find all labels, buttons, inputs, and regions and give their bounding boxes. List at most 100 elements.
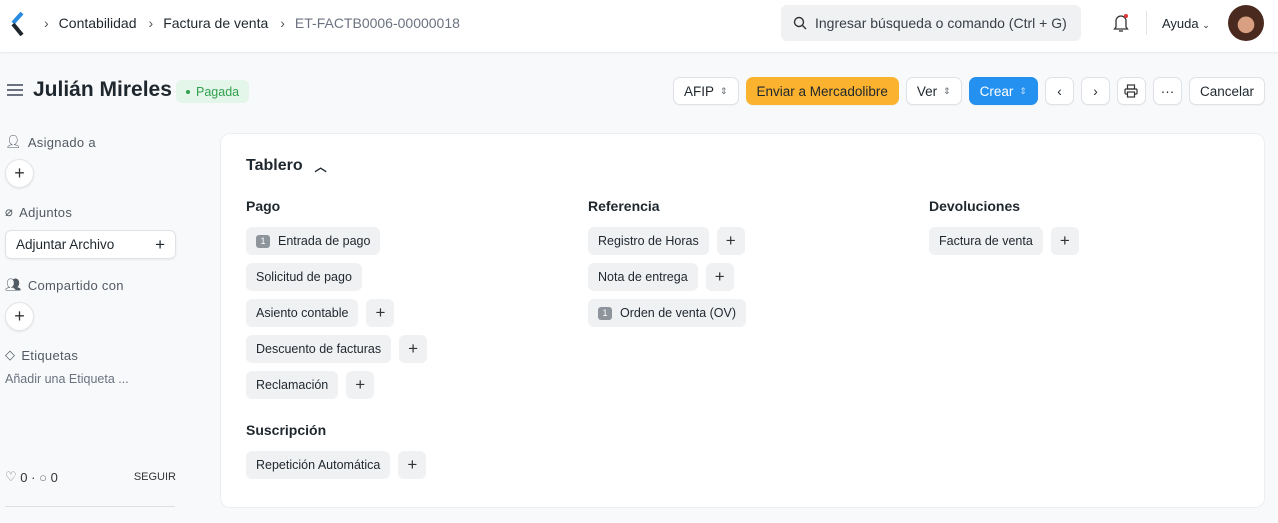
updown-icon: ⇕ xyxy=(943,85,951,96)
count-badge: 1 xyxy=(256,234,270,248)
app-logo[interactable] xyxy=(10,12,26,36)
afip-button[interactable]: AFIP ⇕ xyxy=(672,77,739,105)
link-registro-de-horas[interactable]: Registro de Horas xyxy=(588,227,709,255)
search-input[interactable]: Ingresar búsqueda o comando (Ctrl + G) xyxy=(781,5,1081,41)
sidebar-toggle-icon[interactable] xyxy=(7,84,23,96)
more-button[interactable]: ··· xyxy=(1152,77,1182,105)
chip-label: Nota de entrega xyxy=(598,270,688,284)
search-icon xyxy=(793,16,807,30)
link-nota-de-entrega[interactable]: Nota de entrega xyxy=(588,263,698,291)
chevron-right-icon: › xyxy=(148,15,154,31)
send-mercadolibre-button[interactable]: Enviar a Mercadolibre xyxy=(745,77,899,105)
heart-icon[interactable]: ♡ xyxy=(5,469,17,485)
add-nota-button[interactable]: + xyxy=(705,263,734,291)
chip-label: Descuento de facturas xyxy=(256,342,382,356)
search-placeholder: Ingresar búsqueda o comando (Ctrl + G) xyxy=(815,15,1067,31)
view-button[interactable]: Ver ⇕ xyxy=(905,77,962,105)
tags-label: Etiquetas xyxy=(21,347,79,363)
next-button[interactable]: › xyxy=(1080,77,1110,105)
breadcrumb-contabilidad[interactable]: Contabilidad xyxy=(59,15,137,31)
chip-label: Repetición Automática xyxy=(256,458,381,472)
link-repeticion-automatica[interactable]: Repetición Automática xyxy=(246,451,391,479)
add-registro-button[interactable]: + xyxy=(716,227,745,255)
comments-count: 0 xyxy=(50,469,58,485)
create-label: Crear xyxy=(979,83,1014,99)
tag-icon: ◇ xyxy=(5,347,16,362)
page-title: Julián Mireles xyxy=(33,78,172,101)
chip-label: Solicitud de pago xyxy=(256,270,352,284)
suscripcion-heading: Suscripción xyxy=(246,422,327,438)
link-descuento-de-facturas[interactable]: Descuento de facturas xyxy=(246,335,392,363)
top-navbar: › Contabilidad › Factura de venta › ET-F… xyxy=(0,0,1278,52)
print-button[interactable] xyxy=(1116,77,1146,105)
updown-icon: ⇕ xyxy=(719,85,728,96)
link-entrada-de-pago[interactable]: 1 Entrada de pago xyxy=(246,227,381,255)
comment-icon[interactable]: ○ xyxy=(39,470,47,485)
shared-label: Compartido con xyxy=(27,277,124,293)
help-label: Ayuda xyxy=(1162,16,1199,31)
chip-label: Entrada de pago xyxy=(278,234,371,248)
chip-label: Registro de Horas xyxy=(598,234,699,248)
assigned-heading: 👤︎ Asignado a xyxy=(5,133,176,151)
assigned-label: Asignado a xyxy=(27,134,96,150)
chip-label: Asiento contable xyxy=(256,306,349,320)
follow-button[interactable]: SEGUIR xyxy=(134,471,176,483)
devoluciones-heading: Devoluciones xyxy=(929,198,1021,214)
add-assignee-button[interactable]: + xyxy=(5,159,34,188)
likes-count: 0 xyxy=(20,469,28,485)
sidebar: 👤︎ Asignado a + ⌀ Adjuntos Adjuntar Archiv… xyxy=(5,133,176,507)
user-avatar[interactable] xyxy=(1228,5,1264,41)
create-button[interactable]: Crear ⇕ xyxy=(968,77,1038,105)
user-plus-icon: 👤︎ xyxy=(5,134,22,149)
add-descuento-button[interactable]: + xyxy=(399,335,428,363)
referencia-section: Referencia Registro de Horas + Nota de en… xyxy=(588,198,747,335)
pago-section: Pago 1 Entrada de pago Solicitud de pago … xyxy=(246,198,428,407)
add-reclamacion-button[interactable]: + xyxy=(346,371,375,399)
chip-label: Orden de venta (OV) xyxy=(620,306,737,320)
add-tag-input[interactable]: Añadir una Etiqueta ... xyxy=(5,372,176,386)
dashboard-card: Tablero ︿ Pago 1 Entrada de pago Solicitud… xyxy=(220,133,1265,508)
view-label: Ver xyxy=(916,83,938,99)
devoluciones-section: Devoluciones Factura de venta + xyxy=(929,198,1079,263)
link-reclamacion[interactable]: Reclamación xyxy=(246,371,339,399)
link-asiento-contable[interactable]: Asiento contable xyxy=(246,299,359,327)
pago-heading: Pago xyxy=(246,198,281,214)
link-solicitud-de-pago[interactable]: Solicitud de pago xyxy=(246,263,362,291)
referencia-heading: Referencia xyxy=(588,198,660,214)
link-factura-de-venta[interactable]: Factura de venta xyxy=(929,227,1043,255)
status-dot-icon xyxy=(186,89,190,94)
add-asiento-contable-button[interactable]: + xyxy=(366,299,395,327)
dashboard-header[interactable]: Tablero ︿ xyxy=(246,157,327,175)
breadcrumb-current[interactable]: ET-FACTB0006-00000018 xyxy=(295,15,460,31)
users-icon: 👥︎ xyxy=(5,277,22,292)
shared-heading: 👥︎ Compartido con xyxy=(5,276,176,294)
paperclip-icon: ⌀ xyxy=(5,204,14,219)
send-label: Enviar a Mercadolibre xyxy=(756,83,888,99)
breadcrumb: › Contabilidad › Factura de venta › ET-F… xyxy=(44,15,472,31)
plus-icon: + xyxy=(155,234,165,254)
chevron-right-icon: › xyxy=(280,15,285,31)
help-dropdown[interactable]: Ayuda ⌄ xyxy=(1162,16,1210,31)
afip-label: AFIP xyxy=(683,83,714,99)
attach-file-button[interactable]: Adjuntar Archivo + xyxy=(5,230,176,259)
notification-bell-icon[interactable] xyxy=(1112,13,1130,33)
attachments-label: Adjuntos xyxy=(19,204,73,220)
breadcrumb-factura-de-venta[interactable]: Factura de venta xyxy=(163,15,268,31)
chip-label: Factura de venta xyxy=(939,234,1033,248)
attach-file-label: Adjuntar Archivo xyxy=(16,237,115,252)
add-share-button[interactable]: + xyxy=(5,302,34,331)
cancel-label: Cancelar xyxy=(1199,83,1254,99)
cancel-button[interactable]: Cancelar xyxy=(1188,77,1265,105)
add-factura-button[interactable]: + xyxy=(1050,227,1079,255)
dashboard-title: Tablero xyxy=(246,157,303,174)
attachments-heading: ⌀ Adjuntos xyxy=(5,203,176,221)
link-orden-de-venta[interactable]: 1 Orden de venta (OV) xyxy=(588,299,747,327)
chevron-right-icon: › xyxy=(44,15,49,31)
add-repeticion-button[interactable]: + xyxy=(398,451,427,479)
previous-button[interactable]: ‹ xyxy=(1044,77,1074,105)
tags-heading: ◇ Etiquetas xyxy=(5,346,176,364)
social-bar: ♡ 0 · ○ 0 SEGUIR xyxy=(5,469,176,485)
chevron-left-icon: ‹ xyxy=(1057,83,1062,99)
divider xyxy=(1146,11,1147,35)
chevron-down-icon: ⌄ xyxy=(1202,20,1210,30)
